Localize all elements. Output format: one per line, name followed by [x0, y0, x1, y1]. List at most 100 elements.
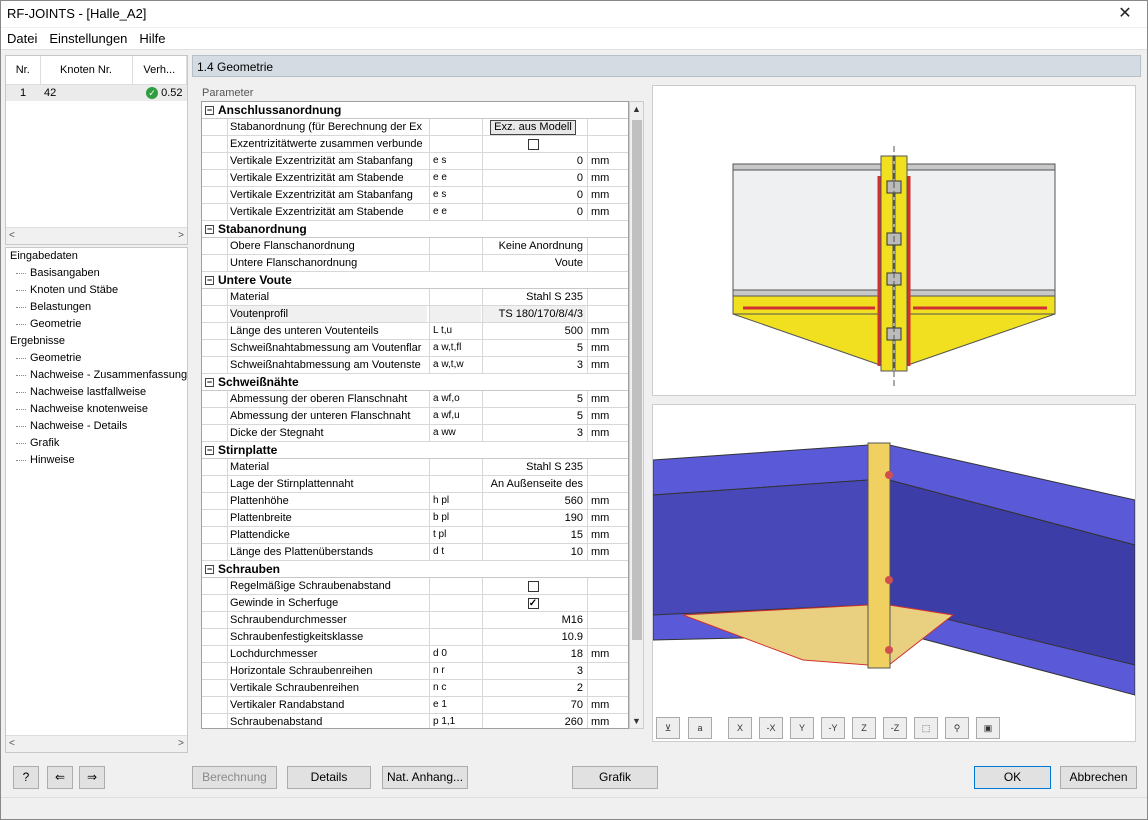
parameter-value[interactable]: 0	[482, 204, 586, 220]
nav-item[interactable]: Basisangaben	[6, 265, 187, 282]
parameter-row[interactable]: Vertikale Exzentrizität am Stabanfang e s…	[202, 187, 628, 204]
checkbox-unchecked[interactable]	[527, 138, 539, 150]
nav-item[interactable]: Knoten und Stäbe	[6, 282, 187, 299]
nav-item[interactable]: Geometrie	[6, 316, 187, 333]
view-neg-x-icon[interactable]: -X	[759, 717, 783, 739]
collapse-icon[interactable]: −	[205, 106, 214, 116]
collapse-icon[interactable]: −	[205, 225, 214, 235]
menu-item-0[interactable]: Datei	[1, 28, 43, 49]
nav-item[interactable]: Geometrie	[6, 350, 187, 367]
parameter-row[interactable]: Vertikale Exzentrizität am Stabende e e0m…	[202, 204, 628, 221]
nav-item[interactable]: Nachweise knotenweise	[6, 401, 187, 418]
parameter-row[interactable]: Obere Flanschanordnung Keine Anordnung	[202, 238, 628, 255]
parameter-value[interactable]: 0	[482, 187, 586, 203]
parameter-row[interactable]: Schraubenfestigkeitsklasse 10.9	[202, 629, 628, 646]
parameter-value[interactable]: 0	[482, 153, 586, 169]
parameter-value[interactable]: 15	[482, 527, 586, 543]
group-header[interactable]: − Anschlussanordnung	[202, 102, 628, 119]
group-header[interactable]: − Schrauben	[202, 561, 628, 578]
parameter-row[interactable]: Voutenprofil TS 180/170/8/4/3	[202, 306, 628, 323]
group-header[interactable]: − Stabanordnung	[202, 221, 628, 238]
horizontal-scrollbar[interactable]: < >	[6, 735, 187, 752]
parameter-value[interactable]: 10	[482, 544, 586, 560]
details-button[interactable]: Details	[287, 766, 371, 789]
parameter-row[interactable]: Regelmäßige Schraubenabstand	[202, 578, 628, 595]
parameter-value[interactable]	[482, 578, 586, 594]
layers-icon[interactable]: ▣	[976, 717, 1000, 739]
horizontal-scrollbar[interactable]: < >	[6, 227, 187, 244]
collapse-icon[interactable]: −	[205, 565, 214, 575]
parameter-row[interactable]: Untere Flanschanordnung Voute	[202, 255, 628, 272]
group-header[interactable]: − Stirnplatte	[202, 442, 628, 459]
nav-group-0[interactable]: Eingabedaten	[6, 248, 187, 265]
help-icon[interactable]: ?	[13, 766, 39, 789]
parameter-value[interactable]: TS 180/170/8/4/3	[482, 306, 586, 322]
nav-item[interactable]: Grafik	[6, 435, 187, 452]
ok-button[interactable]: OK	[974, 766, 1051, 789]
nav-item[interactable]: Nachweise lastfallweise	[6, 384, 187, 401]
parameter-row[interactable]: Vertikale Schraubenreihen n c2	[202, 680, 628, 697]
parameter-row[interactable]: Vertikale Exzentrizität am Stabende e e0m…	[202, 170, 628, 187]
parameter-row[interactable]: Plattendicke t pl 15 mm	[202, 527, 628, 544]
parameter-value[interactable]: 3	[482, 425, 586, 441]
parameter-value[interactable]: ✓	[482, 595, 586, 611]
collapse-icon[interactable]: −	[205, 446, 214, 456]
col-header-knoten[interactable]: Knoten Nr.	[40, 56, 133, 85]
checkbox-checked[interactable]: ✓	[527, 597, 539, 609]
parameter-row[interactable]: Lage der Stirnplattennaht An Außenseite d…	[202, 476, 628, 493]
parameter-value[interactable]: 5	[482, 408, 586, 424]
col-header-verh[interactable]: Verh...	[132, 56, 187, 85]
parameter-row[interactable]: Exzentrizitätwerte zusammen verbunde	[202, 136, 628, 153]
berechnung-button[interactable]: Berechnung	[192, 766, 277, 789]
parameter-row[interactable]: Schraubenabstand p 1,1 260 mm	[202, 714, 628, 728]
parameter-row[interactable]: Länge des Plattenüberstands d t 10 mm	[202, 544, 628, 561]
nav-item[interactable]: Belastungen	[6, 299, 187, 316]
parameter-value[interactable]: 3	[482, 663, 586, 679]
nav-item[interactable]: Hinweise	[6, 452, 187, 469]
nav-item[interactable]: Nachweise - Zusammenfassung	[6, 367, 187, 384]
select-icon[interactable]: ⊻	[656, 717, 680, 739]
view-neg-z-icon[interactable]: -Z	[883, 717, 907, 739]
parameter-value[interactable]: 260	[482, 714, 586, 728]
parameter-row[interactable]: Schraubendurchmesser M16	[202, 612, 628, 629]
parameter-value[interactable]: Stahl S 235	[482, 459, 586, 475]
parameter-value[interactable]: 5	[482, 391, 586, 407]
parameter-value[interactable]: An Außenseite des	[482, 476, 586, 492]
parameter-row[interactable]: Horizontale Schraubenreihen n r3	[202, 663, 628, 680]
abbrechen-button[interactable]: Abbrechen	[1060, 766, 1137, 789]
menu-item-2[interactable]: Hilfe	[133, 28, 171, 49]
parameter-value[interactable]	[482, 136, 586, 152]
zoom-icon[interactable]: ⚲	[945, 717, 969, 739]
parameter-value[interactable]: Voute	[482, 255, 586, 271]
parameter-row[interactable]: Stabanordnung (für Berechnung der Ex Exz.…	[202, 119, 628, 136]
close-icon[interactable]: ✕	[1103, 1, 1147, 27]
menu-item-1[interactable]: Einstellungen	[43, 28, 133, 49]
parameter-row[interactable]: Material Stahl S 235	[202, 289, 628, 306]
parameter-row[interactable]: Plattenhöhe h pl 560 mm	[202, 493, 628, 510]
checkbox-unchecked[interactable]	[527, 580, 539, 592]
parameter-value[interactable]: 70	[482, 697, 586, 713]
grafik-button[interactable]: Grafik	[572, 766, 658, 789]
collapse-icon[interactable]: −	[205, 276, 214, 286]
parameter-value[interactable]: 560	[482, 493, 586, 509]
parameter-value[interactable]: Exz. aus Modell	[482, 119, 586, 135]
parameter-value[interactable]: 2	[482, 680, 586, 696]
nat-anhang-button[interactable]: Nat. Anhang...	[382, 766, 468, 789]
parameter-value[interactable]: 3	[482, 357, 586, 373]
parameter-value[interactable]: Stahl S 235	[482, 289, 586, 305]
parameter-row[interactable]: Vertikaler Randabstand e 1 70 mm	[202, 697, 628, 714]
vertical-scrollbar[interactable]: ▲ ▼	[629, 101, 644, 729]
measure-icon[interactable]: a	[688, 717, 712, 739]
iso-view-icon[interactable]: ⬚	[914, 717, 938, 739]
view-neg-y-icon[interactable]: -Y	[821, 717, 845, 739]
group-header[interactable]: − Untere Voute	[202, 272, 628, 289]
parameter-value[interactable]: 18	[482, 646, 586, 662]
nav-group-1[interactable]: Ergebnisse	[6, 333, 187, 350]
parameter-row[interactable]: Schweißnahtabmessung am Voutenflar a w,t,…	[202, 340, 628, 357]
parameter-row[interactable]: Schweißnahtabmessung am Voutenste a w,t,w…	[202, 357, 628, 374]
parameter-row[interactable]: Länge des unteren Voutenteils L t,u 500 mm	[202, 323, 628, 340]
parameter-row[interactable]: Plattenbreite b pl 190 mm	[202, 510, 628, 527]
nav-item[interactable]: Nachweise - Details	[6, 418, 187, 435]
parameter-value[interactable]: 500	[482, 323, 586, 339]
parameter-row[interactable]: Abmessung der oberen Flanschnaht a wf,o 5 m…	[202, 391, 628, 408]
